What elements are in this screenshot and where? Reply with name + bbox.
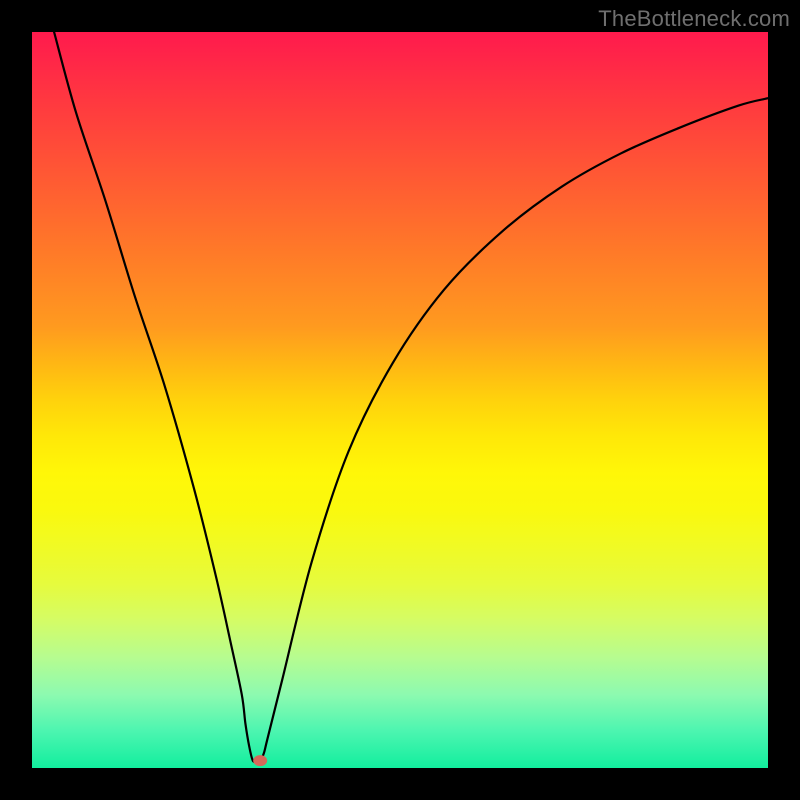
- plot-area: [32, 32, 768, 768]
- chart-frame: TheBottleneck.com: [0, 0, 800, 800]
- bottleneck-curve: [54, 32, 768, 762]
- watermark-text: TheBottleneck.com: [598, 6, 790, 32]
- minimum-marker: [253, 755, 267, 766]
- curve-layer: [32, 32, 768, 768]
